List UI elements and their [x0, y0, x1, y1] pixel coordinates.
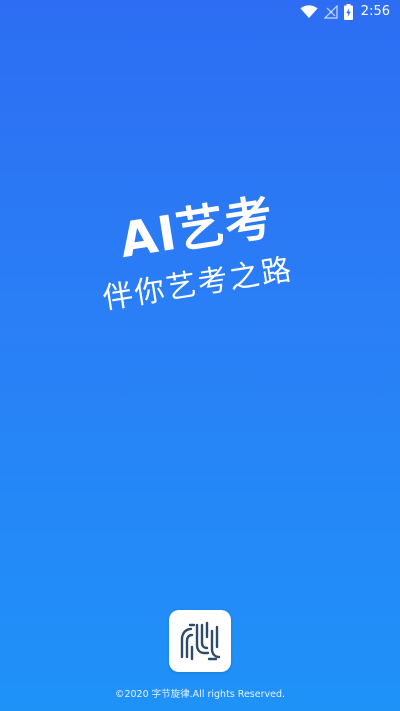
splash-screen: 2:56 AI艺考 伴你艺考之路 ©2020 字节旋律.All rights R…: [0, 0, 400, 711]
no-signal-icon: [323, 0, 338, 24]
app-logo-icon: [169, 610, 231, 672]
status-bar: 2:56: [0, 0, 400, 24]
slogan: AI艺考 伴你艺考之路: [72, 179, 319, 339]
app-title: AI艺考: [115, 189, 278, 270]
copyright-text: ©2020 字节旋律.All rights Reserved.: [114, 689, 286, 700]
battery-charging-icon: [343, 0, 353, 24]
wifi-icon: [300, 0, 318, 24]
status-time: 2:56: [360, 4, 390, 19]
